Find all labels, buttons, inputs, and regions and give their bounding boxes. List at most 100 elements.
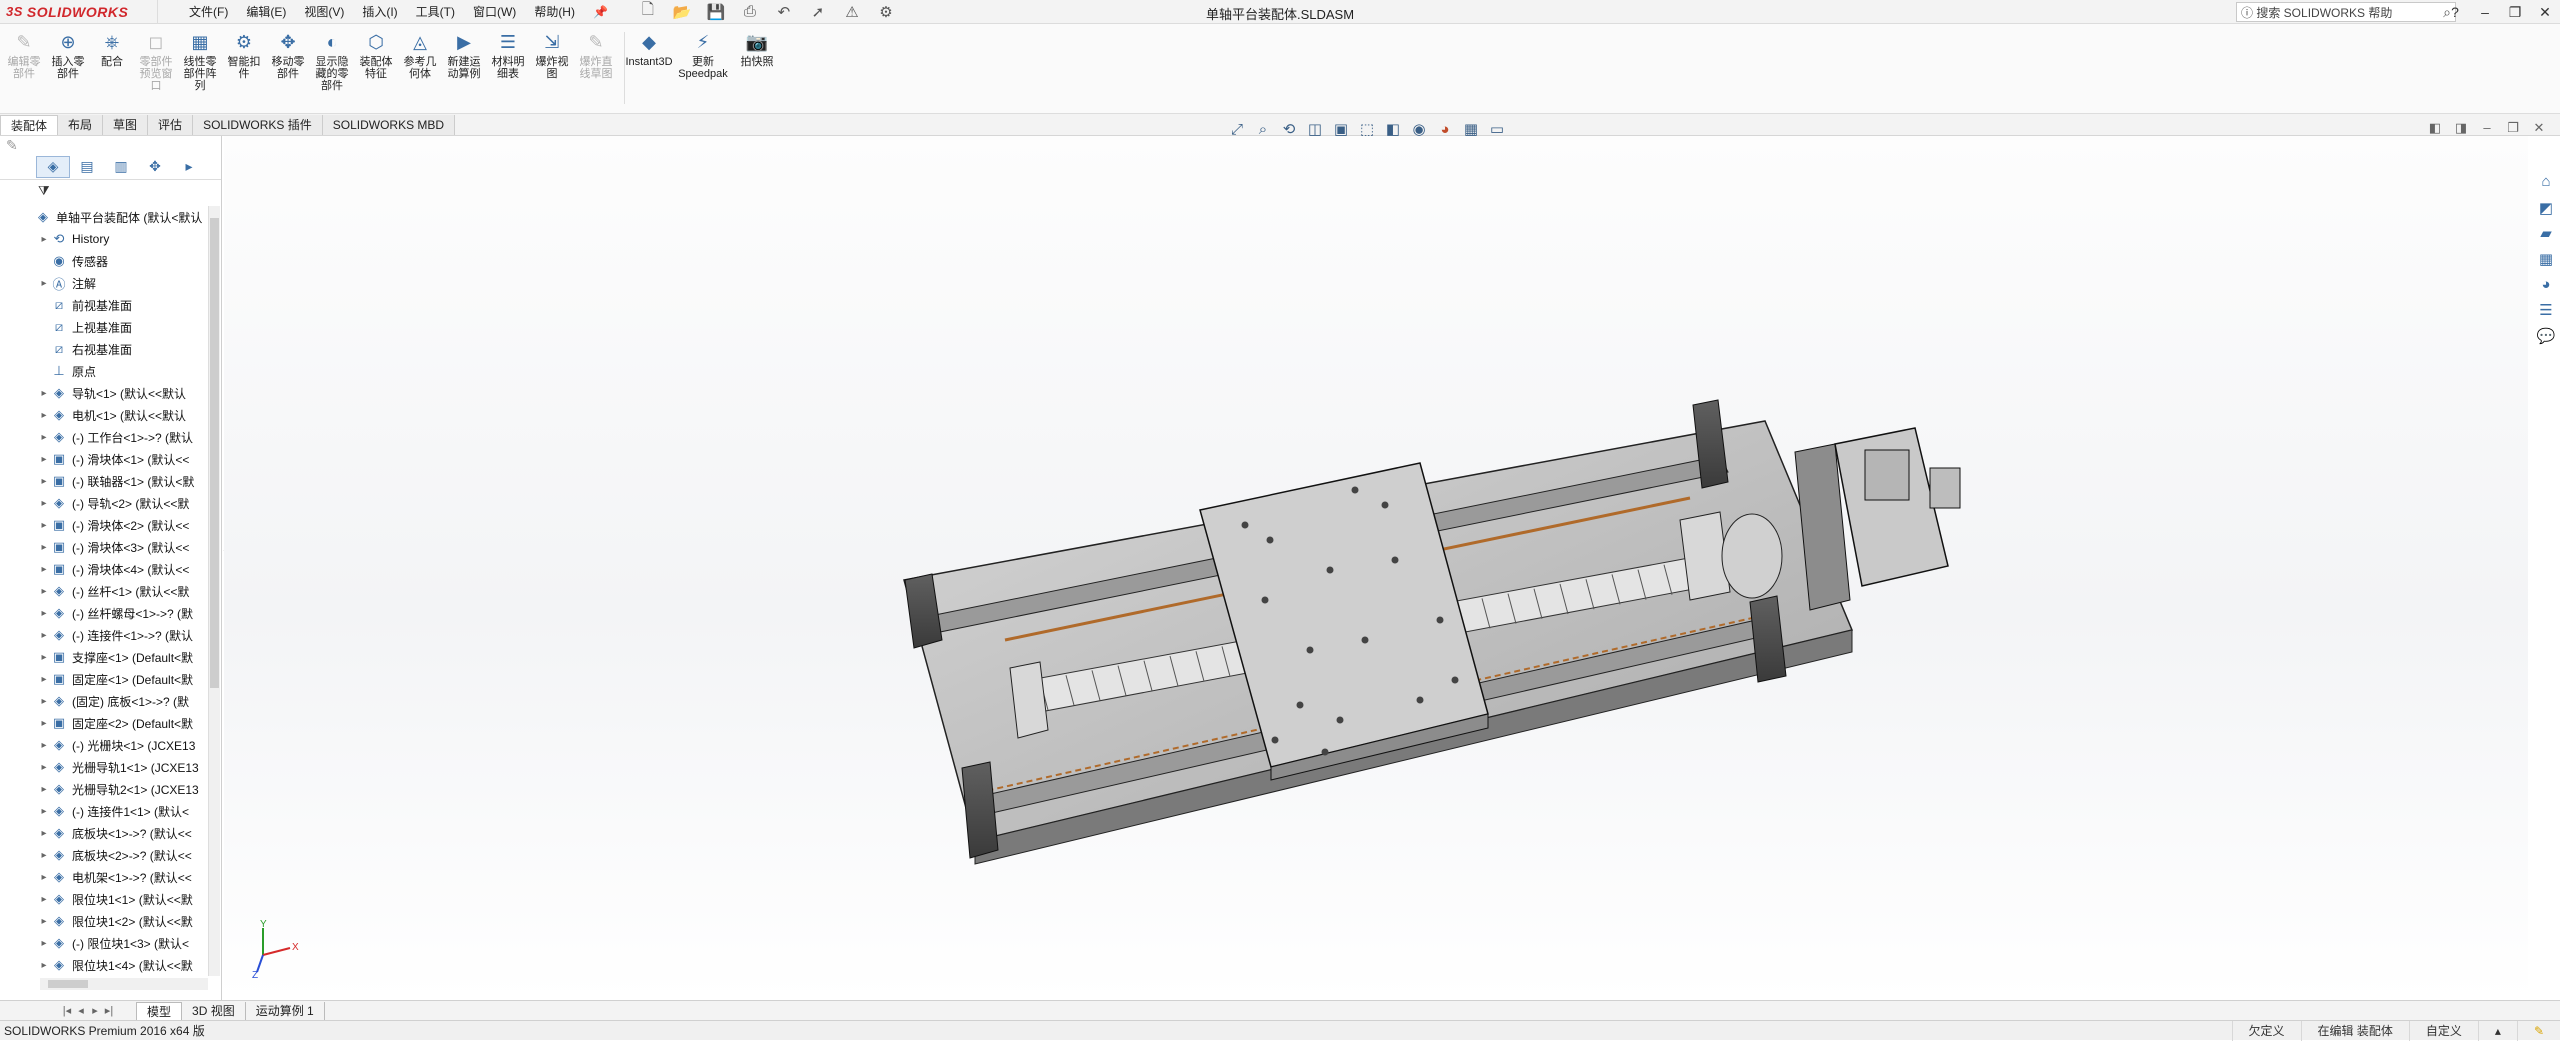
command-tab-2[interactable]: 草图 xyxy=(103,115,149,135)
ribbon-button-10[interactable]: ▶ 新建运动算例 xyxy=(444,24,484,108)
custom-properties-icon[interactable]: ☰ xyxy=(2534,299,2558,323)
tree-item[interactable]: ▸ ◈ 限位块1<2> (默认<<默 xyxy=(0,910,208,932)
expand-arrow-icon[interactable]: ▸ xyxy=(38,762,50,773)
status-rebuild-icon[interactable]: ✎ xyxy=(2516,1020,2560,1041)
bottom-tab-2[interactable]: 运动算例 1 xyxy=(246,1001,325,1020)
assembly-model[interactable] xyxy=(224,136,2528,1000)
tree-item[interactable]: ▸ ▣ 固定座<2> (Default<默 xyxy=(0,712,208,734)
pin-menu-icon[interactable]: 📌 xyxy=(584,5,617,19)
tree-item[interactable]: ▸ ◈ (-) 工作台<1>->? (默认 xyxy=(0,426,208,448)
ribbon-button-1[interactable]: ⊕ 插入零部件 xyxy=(48,24,88,108)
next-tab-arrow-icon[interactable]: ▸ xyxy=(88,1004,102,1017)
help-menu-icon[interactable]: ? xyxy=(2440,4,2470,20)
ribbon-button-7[interactable]: ◐ 显示隐藏的零部件 xyxy=(312,24,352,108)
open-document-icon[interactable]: 📂 xyxy=(665,1,699,23)
command-tab-5[interactable]: SOLIDWORKS MBD xyxy=(322,115,456,135)
expand-arrow-icon[interactable]: ▸ xyxy=(38,916,50,927)
feature-tree-horizontal-scrollbar[interactable] xyxy=(40,978,208,990)
expand-arrow-icon[interactable]: ▸ xyxy=(38,894,50,905)
ribbon-button-2[interactable]: ⎈ 配合 xyxy=(92,24,132,108)
expand-arrow-icon[interactable]: ▸ xyxy=(38,850,50,861)
expand-arrow-icon[interactable]: ▸ xyxy=(38,564,50,575)
bottom-tab-0[interactable]: 模型 xyxy=(136,1001,183,1020)
tree-item[interactable]: ▸ ◈ (固定) 底板<1>->? (默 xyxy=(0,690,208,712)
expand-arrow-icon[interactable]: ▸ xyxy=(38,784,50,795)
expand-arrow-icon[interactable]: ▸ xyxy=(38,278,50,289)
tree-item[interactable]: ▸ ◈ 底板块<1>->? (默认<< xyxy=(0,822,208,844)
ribbon-button-3[interactable]: ◻ 零部件预览窗口 xyxy=(136,24,176,108)
ribbon-button-11[interactable]: ☰ 材料明细表 xyxy=(488,24,528,108)
solidworks-resources-icon[interactable]: ⌂ xyxy=(2534,170,2558,194)
menu-item-6[interactable]: 帮助(H) xyxy=(525,3,584,20)
tree-item[interactable]: ▸ ▣ (-) 联轴器<1> (默认<默 xyxy=(0,470,208,492)
expand-arrow-icon[interactable]: ▸ xyxy=(38,938,50,949)
tree-item[interactable]: ▸ ◈ (-) 连接件1<1> (默认< xyxy=(0,800,208,822)
tree-item[interactable]: ⧄ 前视基准面 xyxy=(0,294,208,316)
ribbon-button-13[interactable]: ✎ 爆炸直线草图 xyxy=(576,24,616,108)
tree-item[interactable]: ▸ ◈ 限位块1<4> (默认<<默 xyxy=(0,954,208,976)
close-button[interactable]: ✕ xyxy=(2530,4,2560,21)
command-tab-4[interactable]: SOLIDWORKS 插件 xyxy=(193,115,323,135)
select-arrow-icon[interactable]: ➚ xyxy=(801,1,835,23)
expand-arrow-icon[interactable]: ▸ xyxy=(38,476,50,487)
expand-arrow-icon[interactable]: ▸ xyxy=(38,454,50,465)
last-tab-arrow-icon[interactable]: ▸| xyxy=(102,1004,116,1017)
appearances-scenes-icon[interactable]: ◕ xyxy=(2534,273,2558,297)
tree-item[interactable]: ▸ ◈ 电机<1> (默认<<默认 xyxy=(0,404,208,426)
options-gear-icon[interactable]: ⚙ xyxy=(869,1,903,23)
expand-arrow-icon[interactable]: ▸ xyxy=(38,432,50,443)
tree-item[interactable]: ▸ Ⓐ 注解 xyxy=(0,272,208,294)
configuration-manager-tab-icon[interactable]: ▥ xyxy=(104,156,138,178)
tree-item[interactable]: ▸ ⟲ History xyxy=(0,228,208,250)
tree-root-assembly[interactable]: ◈ 单轴平台装配体 (默认<默认 xyxy=(0,206,208,228)
command-tab-1[interactable]: 布局 xyxy=(58,115,104,135)
new-document-icon[interactable]: 🗋 xyxy=(631,1,665,23)
prev-tab-arrow-icon[interactable]: ◂ xyxy=(74,1004,88,1017)
expand-arrow-icon[interactable]: ▸ xyxy=(38,520,50,531)
expand-arrow-icon[interactable]: ▸ xyxy=(38,718,50,729)
tree-item[interactable]: ▸ ▣ (-) 滑块体<4> (默认<< xyxy=(0,558,208,580)
expand-arrow-icon[interactable]: ▸ xyxy=(38,652,50,663)
expand-arrow-icon[interactable]: ▸ xyxy=(38,586,50,597)
rebuild-icon[interactable]: ⚠ xyxy=(835,1,869,23)
feature-tree-vertical-thumb[interactable] xyxy=(210,218,219,688)
tree-item[interactable]: ▸ ◈ 限位块1<1> (默认<<默 xyxy=(0,888,208,910)
expand-arrow-icon[interactable]: ▸ xyxy=(38,960,50,971)
tree-item[interactable]: ▸ ◈ 电机架<1>->? (默认<< xyxy=(0,866,208,888)
fm-filter[interactable]: ⧩ xyxy=(0,180,221,202)
expand-arrow-icon[interactable]: ▸ xyxy=(38,872,50,883)
solidworks-logo[interactable]: 3S SOLIDWORKS xyxy=(0,0,158,24)
tree-item[interactable]: ▸ ◈ (-) 丝杆<1> (默认<<默 xyxy=(0,580,208,602)
filter-funnel-icon[interactable]: ⧩ xyxy=(38,183,50,199)
ribbon-button-0[interactable]: ✎ 编辑零部件 xyxy=(4,24,44,108)
tree-item[interactable]: ▸ ▣ (-) 滑块体<2> (默认<< xyxy=(0,514,208,536)
expand-arrow-icon[interactable]: ▸ xyxy=(38,410,50,421)
save-icon[interactable]: 💾 xyxy=(699,1,733,23)
ribbon-button-4[interactable]: ▦ 线性零部件阵列 xyxy=(180,24,220,108)
expand-arrow-icon[interactable]: ▸ xyxy=(38,542,50,553)
status-units-arrow-icon[interactable]: ▴ xyxy=(2477,1020,2517,1041)
expand-arrow-icon[interactable]: ▸ xyxy=(38,608,50,619)
menu-item-1[interactable]: 编辑(E) xyxy=(237,3,295,20)
expand-arrow-icon[interactable]: ▸ xyxy=(38,498,50,509)
feature-tree-vertical-scrollbar[interactable] xyxy=(208,206,220,976)
file-explorer-icon[interactable]: ▰ xyxy=(2534,221,2558,245)
tree-item[interactable]: ▸ ▣ (-) 滑块体<3> (默认<< xyxy=(0,536,208,558)
tree-item[interactable]: ▸ ◈ (-) 光栅块<1> (JCXE13 xyxy=(0,734,208,756)
tree-item[interactable]: ▸ ◈ (-) 限位块1<3> (默认< xyxy=(0,932,208,954)
tree-item[interactable]: ▸ ▣ 支撑座<1> (Default<默 xyxy=(0,646,208,668)
bottom-tab-1[interactable]: 3D 视图 xyxy=(182,1001,246,1020)
viewport-restore-button[interactable]: ❐ xyxy=(2500,120,2526,136)
ribbon-button-6[interactable]: ✥ 移动零部件 xyxy=(268,24,308,108)
tree-item[interactable]: ⧄ 右视基准面 xyxy=(0,338,208,360)
motor-connector[interactable] xyxy=(1929,467,1961,509)
ribbon-button-16[interactable]: 📷 拍快照 xyxy=(737,24,777,108)
tree-item[interactable]: ▸ ◈ (-) 丝杆螺母<1>->? (默 xyxy=(0,602,208,624)
tree-item[interactable]: ▸ ▣ (-) 滑块体<1> (默认<< xyxy=(0,448,208,470)
tree-item[interactable]: ▸ ▣ 固定座<1> (Default<默 xyxy=(0,668,208,690)
tree-item[interactable]: ▸ ◈ 底板块<2>->? (默认<< xyxy=(0,844,208,866)
feature-manager-tab-icon[interactable]: ◈ xyxy=(36,155,70,178)
tree-item[interactable]: ◉ 传感器 xyxy=(0,250,208,272)
command-tab-3[interactable]: 评估 xyxy=(148,115,194,135)
status-custom[interactable]: 自定义 xyxy=(2408,1020,2478,1041)
